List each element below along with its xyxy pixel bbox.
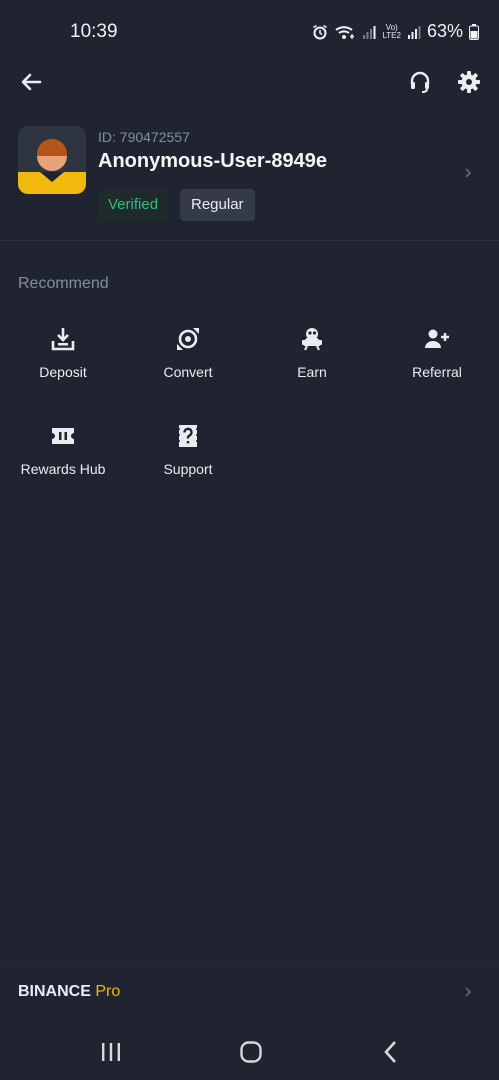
account-screen: 10:39 Vo) LTE2 63% ID: 790472557 Anonymo… xyxy=(0,0,499,1080)
shortcut-label: Referral xyxy=(412,364,462,380)
status-icons: Vo) LTE2 63% xyxy=(312,21,479,42)
shortcut-support[interactable]: Support xyxy=(133,423,243,493)
status-time: 10:39 xyxy=(70,21,118,42)
username: Anonymous-User-8949e xyxy=(98,150,327,172)
signal-weak-icon xyxy=(363,25,376,39)
shortcut-referral[interactable]: Referral xyxy=(382,326,492,396)
battery-icon xyxy=(469,23,479,40)
brand-suffix: Pro xyxy=(95,983,121,1000)
wifi-icon xyxy=(335,25,355,39)
headset-icon[interactable] xyxy=(406,68,434,96)
chevron-right-icon[interactable] xyxy=(461,985,475,999)
shortcut-label: Earn xyxy=(297,364,327,380)
shortcut-label: Support xyxy=(163,461,213,477)
brand-name: BINANCE xyxy=(18,983,91,1000)
battery-percent: 63% xyxy=(426,21,463,41)
avatar xyxy=(18,126,86,194)
deposit-icon xyxy=(51,328,75,351)
footer-divider xyxy=(0,962,499,963)
vip-level-badge: Regular xyxy=(180,189,255,221)
profile-card[interactable]: ID: 790472557 Anonymous-User-8949e Verif… xyxy=(0,120,499,230)
alarm-icon xyxy=(313,24,328,39)
divider xyxy=(0,240,499,241)
binance-pro-switch[interactable]: BINANCE Pro xyxy=(18,983,120,1001)
status-bar: 10:39 Vo) LTE2 63% xyxy=(0,0,499,64)
add-user-icon xyxy=(425,329,449,348)
home-icon[interactable] xyxy=(238,1040,264,1064)
system-back-icon[interactable] xyxy=(378,1040,404,1064)
chevron-right-icon xyxy=(465,168,472,178)
user-id: ID: 790472557 xyxy=(98,129,190,145)
gear-icon[interactable] xyxy=(455,68,483,96)
shortcut-convert[interactable]: Convert xyxy=(133,326,243,396)
recent-apps-icon[interactable] xyxy=(98,1040,124,1064)
back-arrow-icon[interactable] xyxy=(18,68,46,96)
avatar-image xyxy=(18,126,86,194)
volte-indicator: Vo) LTE2 xyxy=(382,22,401,40)
shortcut-rewards-hub[interactable]: Rewards Hub xyxy=(8,423,118,493)
verified-badge: Verified xyxy=(98,189,169,221)
section-title-recommend: Recommend xyxy=(18,275,109,292)
convert-icon xyxy=(177,328,199,350)
earn-icon xyxy=(302,328,322,351)
shortcut-deposit[interactable]: Deposit xyxy=(8,326,118,396)
top-nav xyxy=(0,64,499,100)
shortcut-label: Rewards Hub xyxy=(20,461,106,477)
shortcut-earn[interactable]: Earn xyxy=(257,326,367,396)
support-icon xyxy=(177,425,199,447)
shortcut-label: Deposit xyxy=(39,364,87,380)
signal-icon xyxy=(407,25,421,39)
ticket-icon xyxy=(52,428,74,444)
shortcut-label: Convert xyxy=(163,364,213,380)
system-nav-bar xyxy=(0,1020,499,1080)
